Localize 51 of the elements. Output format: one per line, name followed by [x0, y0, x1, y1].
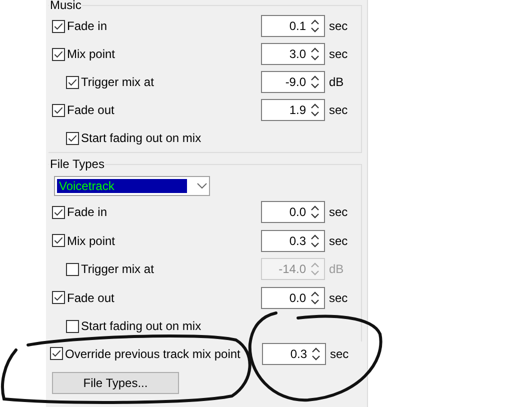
unit-label: sec	[328, 290, 349, 305]
spin-field[interactable]: 1.9	[261, 99, 325, 121]
unit-label: sec	[328, 19, 349, 33]
unit-label: sec	[328, 47, 349, 61]
checkbox[interactable]	[52, 291, 65, 304]
spin-field[interactable]: 0.1	[261, 15, 325, 37]
chevron-down-icon[interactable]	[197, 183, 207, 189]
checkbox[interactable]	[52, 234, 65, 248]
checkbox[interactable]	[52, 20, 65, 32]
checkbox[interactable]	[66, 76, 79, 88]
up-down-arrows-icon[interactable]	[310, 74, 320, 90]
dropdown[interactable]: Voicetrack	[54, 176, 210, 196]
group-title: File Types	[49, 157, 106, 171]
unit-label: sec	[328, 205, 349, 220]
group-title: Music	[49, 0, 82, 12]
up-down-arrows-icon[interactable]	[311, 346, 321, 362]
checkbox-label: Trigger mix at	[81, 262, 154, 276]
checkbox-label: Fade out	[67, 290, 114, 305]
spin-field[interactable]: 0.3	[261, 230, 325, 252]
checkbox-label: Override previous track mix point	[65, 346, 240, 361]
unit-label: sec	[329, 346, 350, 361]
up-down-arrows-icon[interactable]	[310, 46, 320, 62]
spin-field[interactable]: 0.0	[261, 201, 325, 224]
unit-label: sec	[328, 234, 349, 248]
checkbox-label: Trigger mix at	[81, 75, 154, 89]
checkbox[interactable]	[66, 320, 79, 333]
checkbox-label: Mix point	[67, 47, 116, 61]
spin-field[interactable]: 0.3	[262, 342, 326, 365]
spin-field[interactable]: 3.0	[261, 43, 325, 65]
up-down-arrows-icon[interactable]	[310, 232, 320, 249]
checkbox-label: Fade in	[67, 205, 108, 220]
checkbox[interactable]	[52, 48, 65, 60]
checkbox[interactable]	[66, 132, 79, 144]
checkbox-label: Fade out	[67, 103, 114, 117]
checkbox[interactable]	[52, 206, 65, 219]
up-down-arrows-icon[interactable]	[310, 290, 320, 306]
checkbox[interactable]	[52, 104, 65, 116]
unit-label: sec	[328, 103, 349, 117]
up-down-arrows-icon[interactable]	[310, 204, 320, 220]
unit-label: dB	[328, 262, 345, 276]
file-types-button[interactable]: File Types...	[52, 372, 179, 394]
up-down-arrows-icon[interactable]	[310, 102, 320, 118]
unit-label: dB	[328, 75, 345, 89]
checkbox[interactable]	[50, 347, 63, 360]
checkbox-label: Start fading out on mix	[81, 319, 202, 334]
spin-field[interactable]: 0.0	[261, 286, 325, 309]
checkbox-label: Fade in	[67, 19, 108, 33]
spin-field[interactable]: -9.0	[261, 71, 325, 93]
up-down-arrows-icon[interactable]	[310, 18, 320, 34]
checkbox-label: Mix point	[67, 234, 116, 248]
checkbox-label: Start fading out on mix	[81, 131, 202, 145]
